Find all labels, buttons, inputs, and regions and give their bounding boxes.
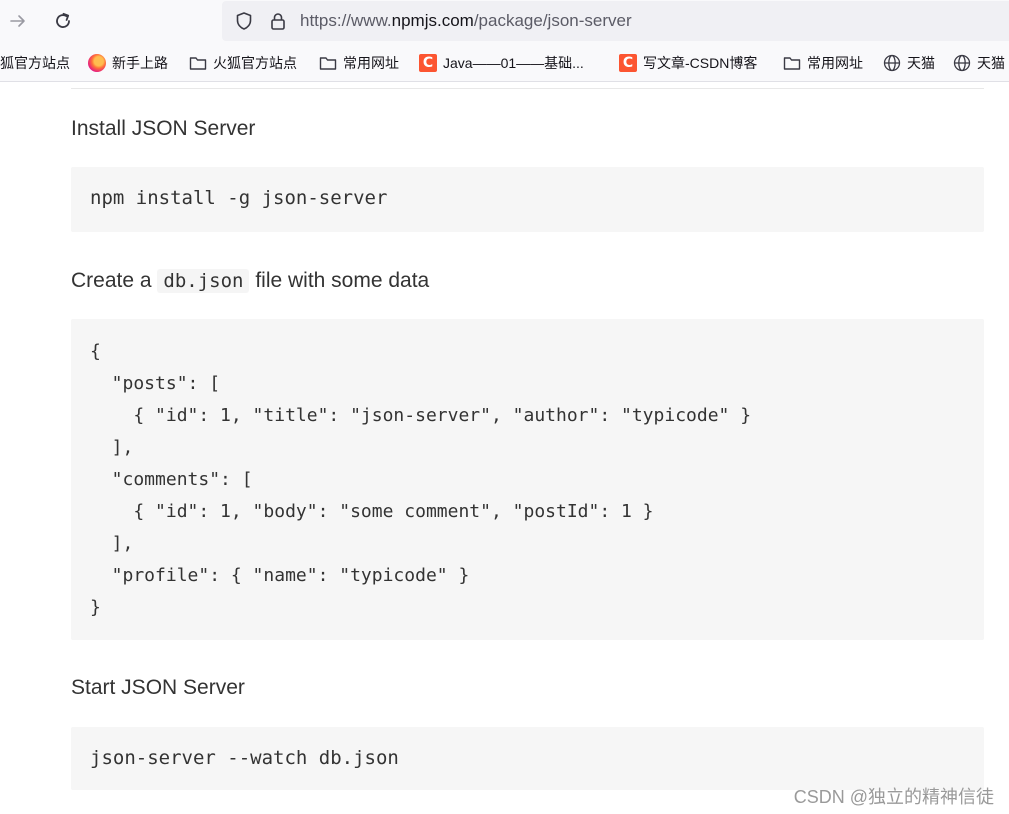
folder-icon (189, 54, 207, 72)
bookmarks-bar: 狐官方站点 新手上路 火狐官方站点 常用网址 C Java——01——基础...… (0, 42, 1009, 82)
forward-button[interactable] (4, 7, 32, 35)
start-code-block: json-server --watch db.json (71, 727, 984, 790)
arrow-right-icon (10, 15, 25, 27)
json-code-block: { "posts": [ { "id": 1, "title": "json-s… (71, 319, 984, 640)
browser-toolbar: https://www.npmjs.com/package/json-serve… (0, 0, 1009, 42)
bookmark-label: 新手上路 (112, 55, 168, 71)
inline-code-db-json: db.json (157, 269, 250, 293)
folder-icon (319, 54, 337, 72)
lock-icon[interactable] (266, 9, 290, 33)
csdn-watermark: CSDN @独立的精神信徒 (793, 787, 994, 807)
json-line: { "id": 1, "title": "json-server", "auth… (90, 405, 752, 426)
bookmark-label: 狐官方站点 (0, 55, 70, 71)
bookmark-common-sites-2[interactable]: 常用网址 (783, 52, 863, 74)
json-line: ], (90, 437, 134, 458)
reload-icon (56, 12, 70, 28)
bookmark-firefox-official-partial[interactable]: 狐官方站点 (0, 52, 70, 74)
bookmark-label: 火狐官方站点 (213, 55, 297, 71)
url-prefix: https://www. (300, 11, 392, 30)
install-code-block: npm install -g json-server (71, 167, 984, 232)
url-domain: npmjs.com (391, 11, 474, 30)
json-line: "posts": [ (90, 373, 221, 394)
start-command: json-server --watch db.json (90, 747, 399, 769)
bookmark-label: Java——01——基础... (443, 55, 584, 71)
create-suffix: file with some data (255, 269, 430, 292)
bookmark-tmall[interactable]: 天猫 (883, 52, 935, 74)
bookmark-label: 天猫 (977, 55, 1005, 71)
bookmark-common-sites[interactable]: 常用网址 (319, 52, 399, 74)
divider (71, 88, 984, 89)
json-line: ], (90, 533, 134, 554)
bookmark-write-article-csdn[interactable]: C 写文章-CSDN博客 (619, 52, 757, 74)
bookmark-label: 常用网址 (807, 55, 863, 71)
json-line: "profile": { "name": "typicode" } (90, 565, 470, 586)
firefox-icon (88, 54, 106, 72)
install-heading: Install JSON Server (71, 117, 256, 140)
reload-button[interactable] (49, 7, 77, 35)
url-text[interactable]: https://www.npmjs.com/package/json-serve… (300, 11, 632, 31)
csdn-icon: C (419, 54, 437, 72)
json-line: } (90, 597, 101, 618)
json-line: { (90, 341, 101, 362)
shield-icon[interactable] (232, 9, 256, 33)
bookmark-label: 常用网址 (343, 55, 399, 71)
bookmark-java-basics[interactable]: C Java——01——基础... (419, 52, 584, 74)
start-heading: Start JSON Server (71, 676, 245, 699)
bookmark-firefox-official[interactable]: 火狐官方站点 (189, 52, 297, 74)
json-line: { "id": 1, "body": "some comment", "post… (90, 501, 654, 522)
url-path: /package/json-server (473, 11, 632, 30)
bookmark-getting-started[interactable]: 新手上路 (88, 52, 168, 74)
bookmark-label: 写文章-CSDN博客 (643, 55, 758, 71)
json-line: "comments": [ (90, 469, 253, 490)
address-bar[interactable]: https://www.npmjs.com/package/json-serve… (222, 1, 1009, 41)
bookmark-label: 天猫 (907, 55, 935, 71)
globe-icon (883, 54, 901, 72)
install-command: npm install -g json-server (90, 187, 388, 209)
folder-icon (783, 54, 801, 72)
bookmark-tmall-2[interactable]: 天猫 (953, 52, 1005, 74)
create-paragraph: Create a db.json file with some data (71, 269, 429, 293)
csdn-icon: C (619, 54, 637, 72)
create-prefix: Create a (71, 269, 152, 292)
globe-icon (953, 54, 971, 72)
